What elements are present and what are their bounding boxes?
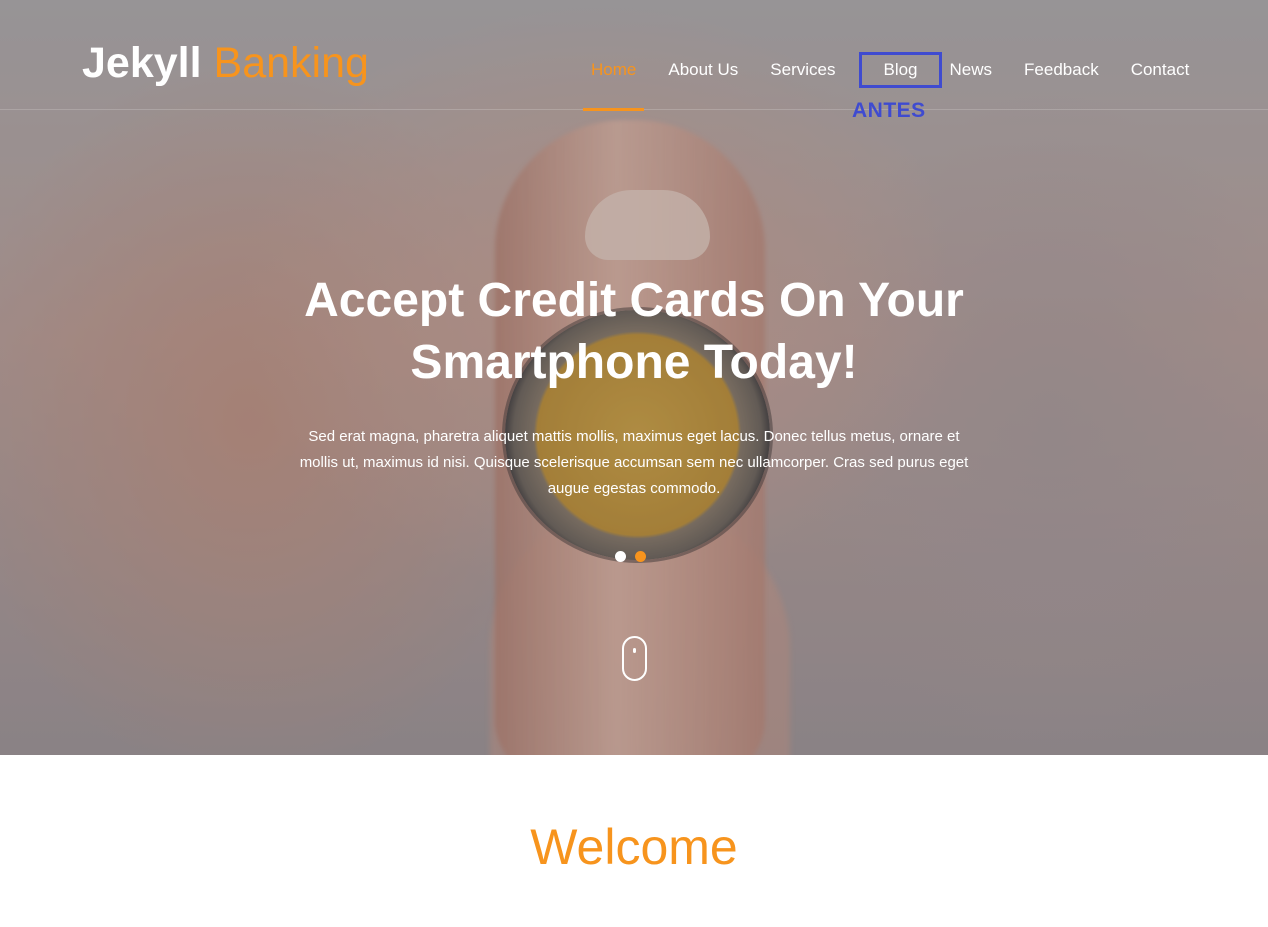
slider-dots xyxy=(615,551,646,562)
main-nav: Home About Us Services Blog News Feedbac… xyxy=(575,52,1206,111)
mouse-scroll-icon[interactable] xyxy=(622,636,647,681)
nav-item-news[interactable]: News xyxy=(934,52,1009,88)
slider-dot-2[interactable] xyxy=(635,551,646,562)
nav-item-blog[interactable]: Blog xyxy=(859,52,942,88)
welcome-heading: Welcome xyxy=(530,819,738,875)
site-header: Jekyll Banking Home About Us Services Bl… xyxy=(0,0,1268,122)
nav-item-home[interactable]: Home xyxy=(575,52,652,111)
brand-logo[interactable]: Jekyll Banking xyxy=(82,36,369,90)
hero-text: Sed erat magna, pharetra aliquet mattis … xyxy=(299,428,969,497)
annotation-label: ANTES xyxy=(852,99,926,122)
brand-name-bold: Jekyll xyxy=(82,39,202,87)
mouse-wheel-icon xyxy=(633,648,636,653)
slider-dot-1[interactable] xyxy=(615,551,626,562)
nav-item-about-us[interactable]: About Us xyxy=(652,52,754,88)
hero-title: Accept Credit Cards On Your Smartphone T… xyxy=(304,274,964,389)
nav-item-feedback[interactable]: Feedback xyxy=(1008,52,1115,88)
hero-banner: Jekyll Banking Home About Us Services Bl… xyxy=(0,0,1268,755)
brand-name-accent: Banking xyxy=(213,39,369,87)
nav-item-services[interactable]: Services xyxy=(754,52,851,88)
nav-item-contact[interactable]: Contact xyxy=(1115,52,1206,88)
